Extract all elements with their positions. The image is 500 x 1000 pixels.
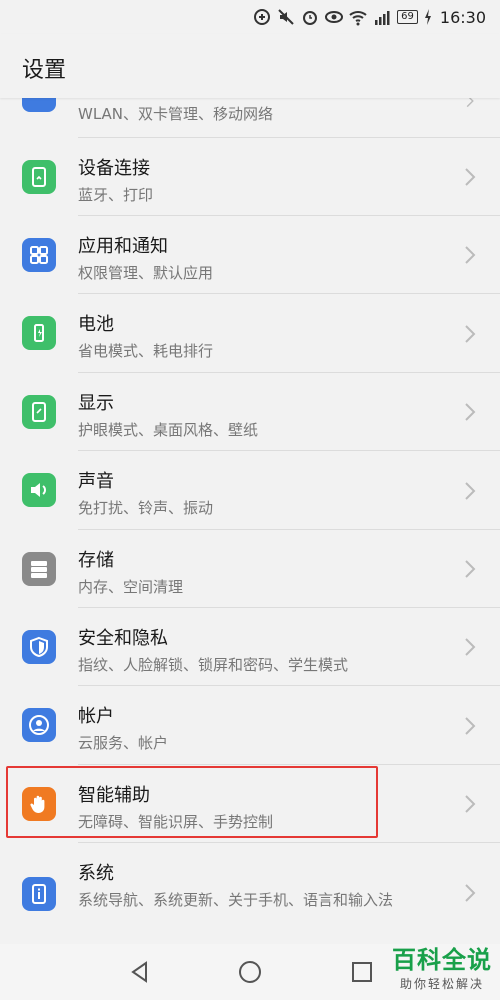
- list-item-subtitle: 指纹、人脸解锁、锁屏和密码、学生模式: [78, 656, 349, 674]
- list-item-title: 设备连接: [78, 158, 150, 179]
- display-icon: [22, 395, 56, 429]
- list-item[interactable]: 安全和隐私指纹、人脸解锁、锁屏和密码、学生模式: [0, 608, 500, 686]
- apps-icon: [22, 238, 56, 272]
- list-item[interactable]: 设备连接 蓝牙、打印: [0, 138, 500, 216]
- chevron-right-icon: [465, 884, 476, 902]
- list-item-subtitle: 免打扰、铃声、振动: [78, 499, 214, 517]
- clock: 16:30: [439, 7, 486, 27]
- storage-icon: [22, 552, 56, 586]
- eye-comfort-icon: [325, 11, 344, 23]
- account-icon: [22, 708, 56, 742]
- list-item[interactable]: 应用和通知权限管理、默认应用: [0, 216, 500, 294]
- recents-icon[interactable]: [350, 960, 374, 984]
- list-item-subtitle: 护眼模式、桌面风格、壁纸: [78, 421, 259, 439]
- chevron-right-icon: [465, 168, 476, 186]
- list-item-subtitle: WLAN、双卡管理、移动网络: [78, 105, 274, 123]
- list-item-title: 应用和通知: [78, 236, 168, 257]
- page-title: 设置: [22, 58, 67, 83]
- chevron-right-icon: [465, 246, 476, 264]
- list-item-subtitle: 权限管理、默认应用: [78, 264, 214, 282]
- highlight-box: [6, 766, 378, 838]
- list-item-title: 帐户: [78, 706, 114, 727]
- home-icon[interactable]: [238, 960, 262, 984]
- back-icon[interactable]: [128, 960, 152, 984]
- chevron-right-icon: [465, 716, 476, 735]
- list-item-title: 安全和隐私: [78, 628, 168, 649]
- chevron-right-icon: [465, 795, 476, 813]
- sound-icon: [22, 473, 56, 507]
- list-item-wlan[interactable]: WLAN、双卡管理、移动网络: [0, 88, 500, 138]
- list-item-title: 系统: [78, 863, 114, 884]
- battery-level: 69: [401, 11, 414, 22]
- list-item-subtitle: 省电模式、耗电排行: [78, 342, 214, 360]
- signal-4g-icon: [375, 11, 390, 25]
- status-bar: 69 16:30: [0, 0, 500, 34]
- battery-icon: [22, 316, 56, 350]
- list-item[interactable]: 帐户 云服务、帐户: [0, 686, 500, 765]
- list-item[interactable]: 存储 内存、空间清理: [0, 530, 500, 608]
- wifi-icon: [349, 11, 367, 26]
- list-item-title: 声音: [78, 471, 114, 492]
- list-item-title: 存储: [78, 550, 114, 571]
- list-item-subtitle: 云服务、帐户: [78, 734, 169, 752]
- chevron-right-icon: [465, 638, 476, 656]
- charging-icon: [424, 9, 431, 25]
- chevron-right-icon: [465, 403, 476, 421]
- data-saver-icon: [254, 9, 271, 25]
- alarm-icon: [303, 11, 318, 25]
- watermark-main: 百科全说: [392, 946, 492, 974]
- watermark-logo: 百科全说 助你轻松解决: [392, 940, 492, 992]
- list-item-title: 显示: [78, 393, 114, 414]
- list-item-subtitle: 内存、空间清理: [78, 578, 184, 596]
- system-info-icon: [22, 877, 56, 911]
- chevron-right-icon: [465, 481, 476, 500]
- list-item-subtitle: 系统导航、系统更新、关于手机、语言和输入法: [78, 891, 394, 909]
- battery-indicator: 69: [397, 10, 418, 24]
- list-item-title: 电池: [78, 314, 114, 335]
- list-item-subtitle: 蓝牙、打印: [78, 186, 154, 204]
- list-item[interactable]: 声音免打扰、铃声、振动: [0, 451, 500, 530]
- list-item[interactable]: 电池省电模式、耗电排行: [0, 294, 500, 373]
- settings-header: 设置: [0, 34, 500, 98]
- list-item[interactable]: 系统系统导航、系统更新、关于手机、语言和输入法: [0, 843, 500, 943]
- mute-icon: [278, 9, 294, 25]
- watermark-sub: 助你轻松解决: [399, 977, 484, 991]
- device-connection-icon: [22, 160, 56, 194]
- chevron-right-icon: [465, 560, 476, 578]
- list-item[interactable]: 显示护眼模式、桌面风格、壁纸: [0, 373, 500, 451]
- chevron-right-icon: [465, 324, 476, 343]
- shield-icon: [22, 630, 56, 664]
